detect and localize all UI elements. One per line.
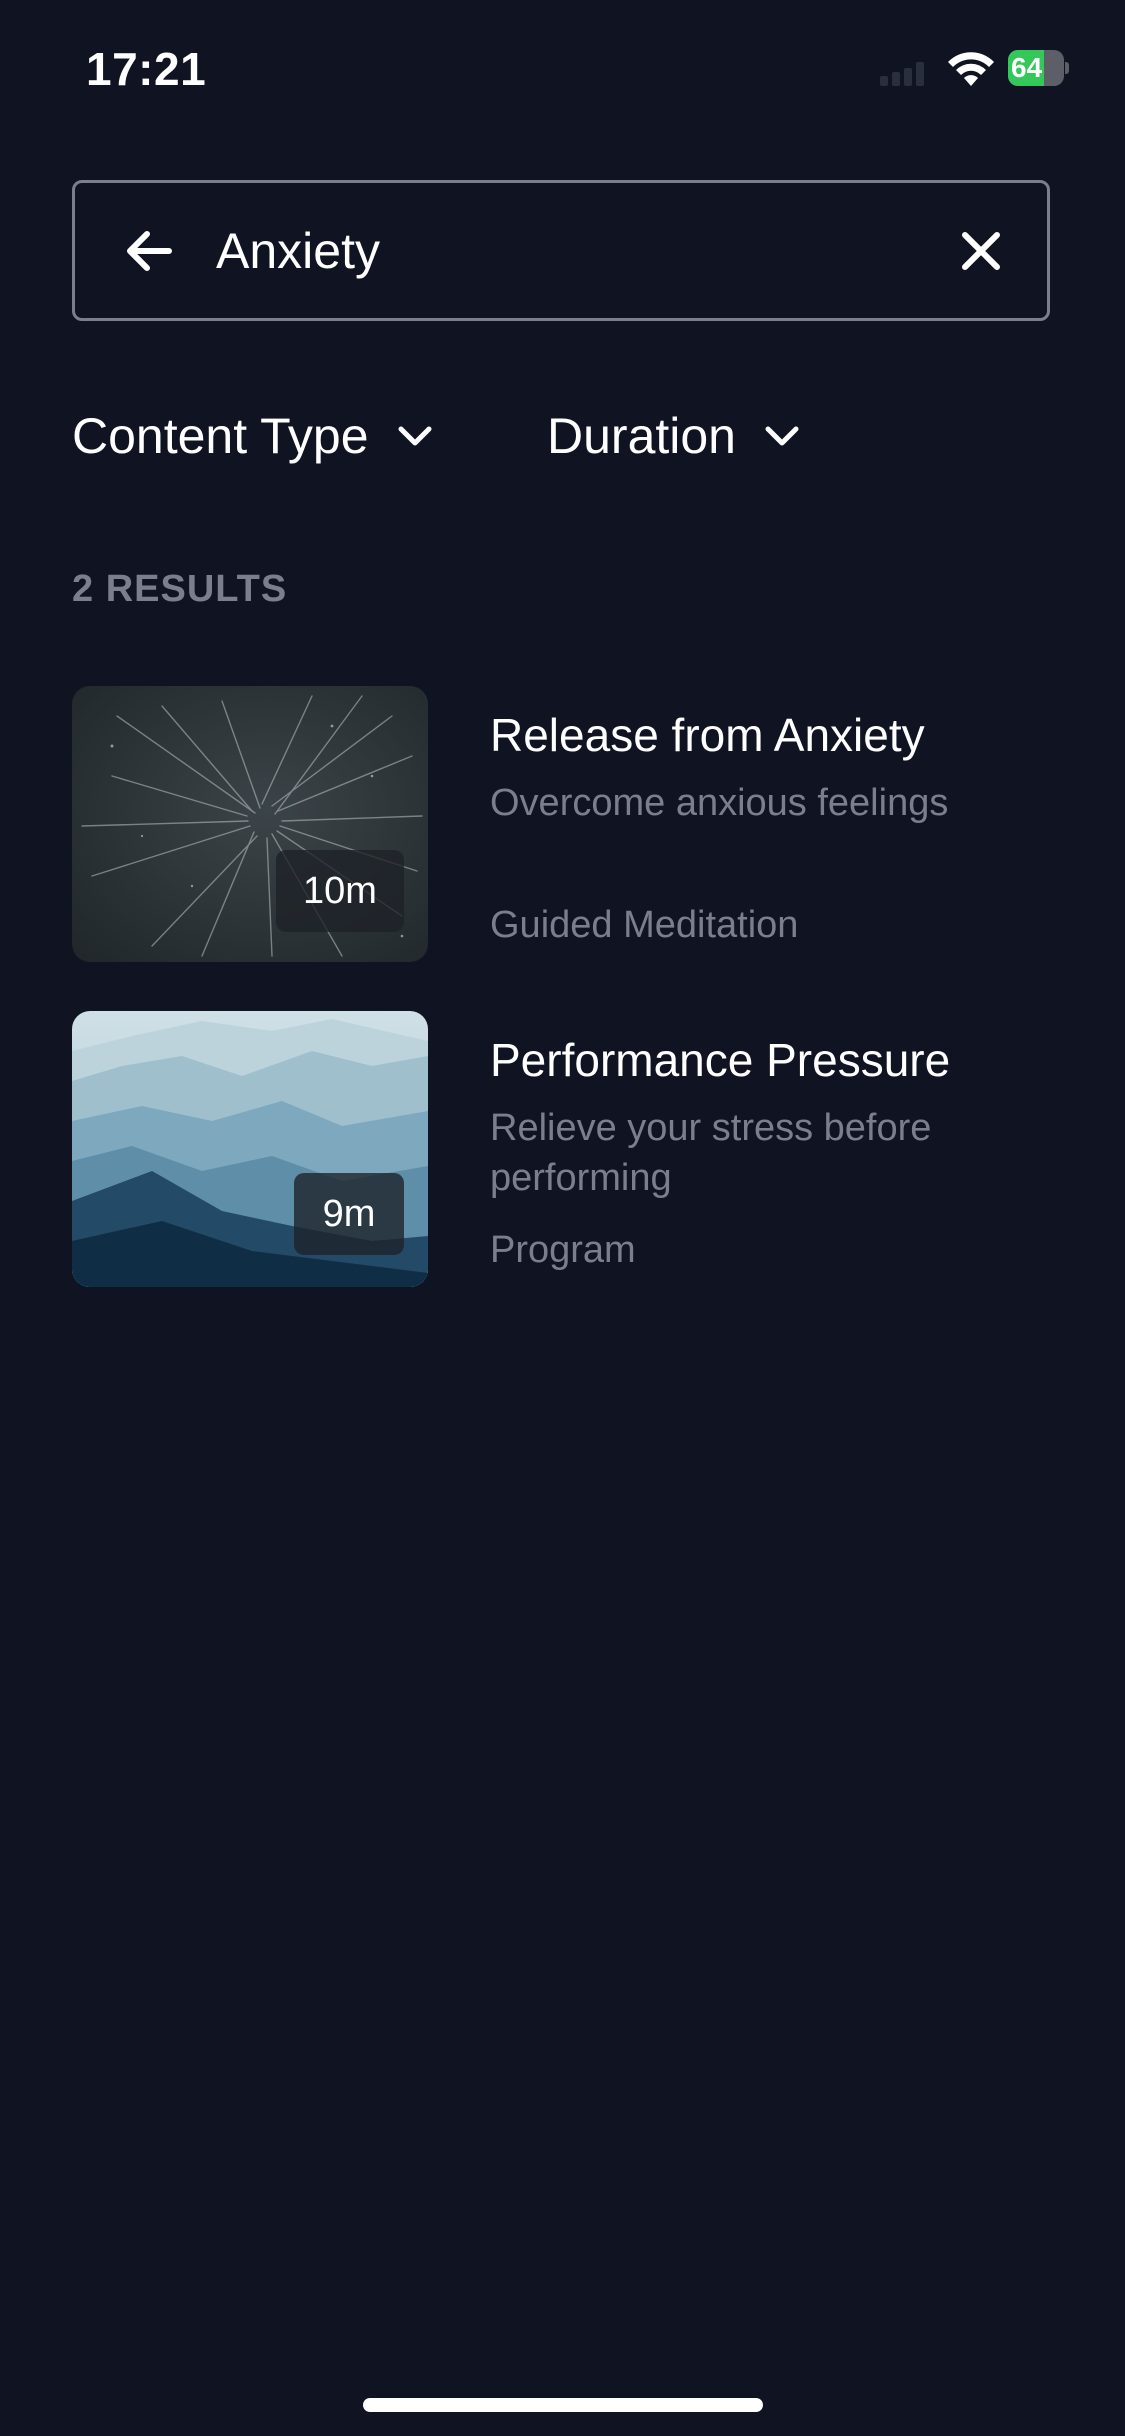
cellular-signal-icon: [880, 62, 926, 86]
filter-content-type-label: Content Type: [72, 408, 369, 464]
results-count: 2 RESULTS: [72, 568, 288, 610]
result-content-type: Program: [490, 1229, 636, 1271]
starfield-thumbnail: 10m: [72, 686, 428, 962]
result-title: Release from Anxiety: [490, 709, 925, 761]
wifi-icon: [948, 52, 994, 86]
search-input[interactable]: [216, 213, 836, 289]
battery-level: 64: [1011, 52, 1043, 83]
result-subtitle: Relieve your stress before performing: [490, 1107, 932, 1199]
search-bar: [72, 180, 1050, 321]
duration-badge: 10m: [276, 850, 404, 932]
result-content-type: Guided Meditation: [490, 904, 799, 946]
clear-search-icon[interactable]: [955, 225, 1007, 277]
battery-icon: 64: [1008, 50, 1070, 86]
result-subtitle: Overcome anxious feelings: [490, 782, 949, 824]
status-time: 17:21: [86, 43, 207, 95]
filter-content-type[interactable]: Content Type: [72, 400, 435, 472]
status-bar: 17:21 64: [0, 0, 1125, 140]
duration-badge: 9m: [294, 1173, 404, 1255]
chevron-down-icon: [398, 426, 432, 446]
back-arrow-icon[interactable]: [121, 223, 177, 279]
home-indicator[interactable]: [363, 2398, 763, 2412]
result-title: Performance Pressure: [490, 1034, 951, 1086]
result-item[interactable]: 9m Performance Pressure Relieve your str…: [72, 1011, 1052, 1289]
filter-duration[interactable]: Duration: [547, 400, 802, 472]
misty-mountains-thumbnail: 9m: [72, 1011, 428, 1287]
filter-duration-label: Duration: [547, 408, 736, 464]
chevron-down-icon: [765, 426, 799, 446]
result-item[interactable]: 10m Release from Anxiety Overcome anxiou…: [72, 686, 1052, 964]
